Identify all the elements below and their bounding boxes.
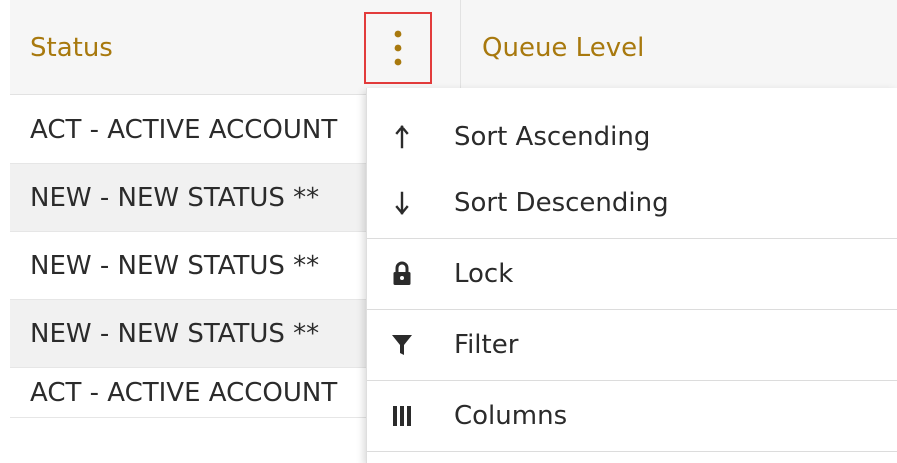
filter-icon [387,325,417,365]
status-cell: NEW - NEW STATUS ** [30,250,320,281]
grid-body: ACT - ACTIVE ACCOUNT NEW - NEW STATUS **… [10,96,370,418]
column-header-queue-level-label: Queue Level [482,32,645,63]
status-cell: NEW - NEW STATUS ** [30,182,320,213]
lock-icon [387,254,417,294]
lock-menu-item[interactable]: Lock [367,239,897,309]
column-menu: Sort Ascending Sort Descending Lock Filt… [366,88,897,463]
filter-menu-item[interactable]: Filter [367,310,897,380]
sort-ascending-label: Sort Ascending [454,122,651,152]
status-cell: ACT - ACTIVE ACCOUNT [30,114,338,145]
sort-descending-menu-item[interactable]: Sort Descending [367,168,897,238]
table-row[interactable]: NEW - NEW STATUS ** [10,300,370,368]
sort-ascending-menu-item[interactable]: Sort Ascending [367,102,897,172]
table-row[interactable]: NEW - NEW STATUS ** [10,164,370,232]
column-menu-button[interactable] [364,12,432,84]
table-row[interactable]: ACT - ACTIVE ACCOUNT [10,96,370,164]
menu-divider [367,451,897,452]
column-header-status-label: Status [30,32,113,63]
columns-icon [387,396,417,436]
grid-header: Status Queue Level [10,0,897,95]
vertical-ellipsis-icon [394,30,402,66]
table-row[interactable]: NEW - NEW STATUS ** [10,232,370,300]
status-cell: NEW - NEW STATUS ** [30,318,320,349]
columns-label: Columns [454,401,568,431]
filter-label: Filter [454,330,519,360]
arrow-down-icon [387,183,417,223]
sort-descending-label: Sort Descending [454,188,669,218]
column-header-queue-level[interactable]: Queue Level [460,0,897,95]
status-cell: ACT - ACTIVE ACCOUNT [30,377,338,408]
table-row[interactable]: ACT - ACTIVE ACCOUNT [10,368,370,418]
lock-label: Lock [454,259,514,289]
columns-menu-item[interactable]: Columns [367,381,897,451]
arrow-up-icon [387,117,417,157]
data-grid: Status Queue Level ACT - ACTIVE ACCOUNT … [0,0,897,463]
